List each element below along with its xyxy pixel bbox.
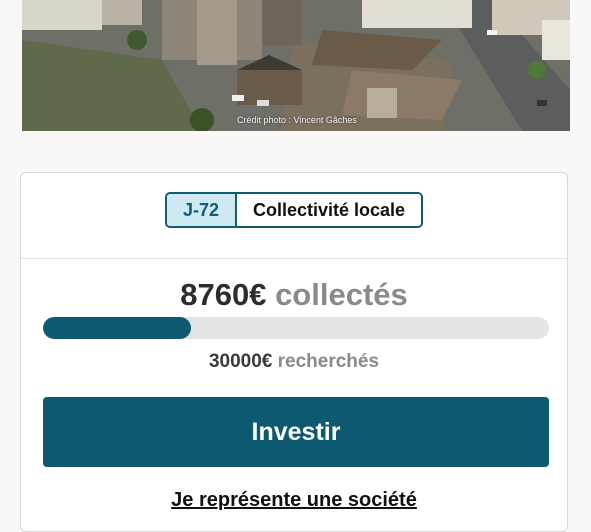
project-type-badge: Collectivité locale bbox=[236, 194, 422, 226]
days-remaining-badge: J-72 bbox=[166, 194, 237, 226]
funding-progress-bar bbox=[43, 317, 549, 339]
divider bbox=[21, 258, 567, 259]
collected-amount: 8760€ collectés bbox=[21, 277, 567, 313]
hero-photo: Crédit photo : Vincent Gâches bbox=[22, 0, 570, 131]
sought-amount: 30000€ recherchés bbox=[21, 351, 567, 373]
collected-label: collectés bbox=[275, 277, 408, 312]
invest-button[interactable]: Investir bbox=[43, 397, 549, 467]
sought-label: recherchés bbox=[277, 351, 380, 372]
company-representative-link[interactable]: Je représente une société bbox=[21, 489, 567, 512]
sought-value: 30000€ bbox=[208, 351, 273, 372]
funding-progress-fill bbox=[43, 317, 191, 339]
project-badge: J-72 Collectivité locale bbox=[164, 192, 424, 228]
collected-value: 8760€ bbox=[180, 277, 267, 312]
photo-credit: Crédit photo : Vincent Gâches bbox=[237, 115, 357, 125]
badge-row: J-72 Collectivité locale bbox=[21, 192, 567, 228]
hero-illustration bbox=[22, 0, 570, 131]
project-card: J-72 Collectivité locale 8760€ collectés… bbox=[20, 172, 568, 532]
